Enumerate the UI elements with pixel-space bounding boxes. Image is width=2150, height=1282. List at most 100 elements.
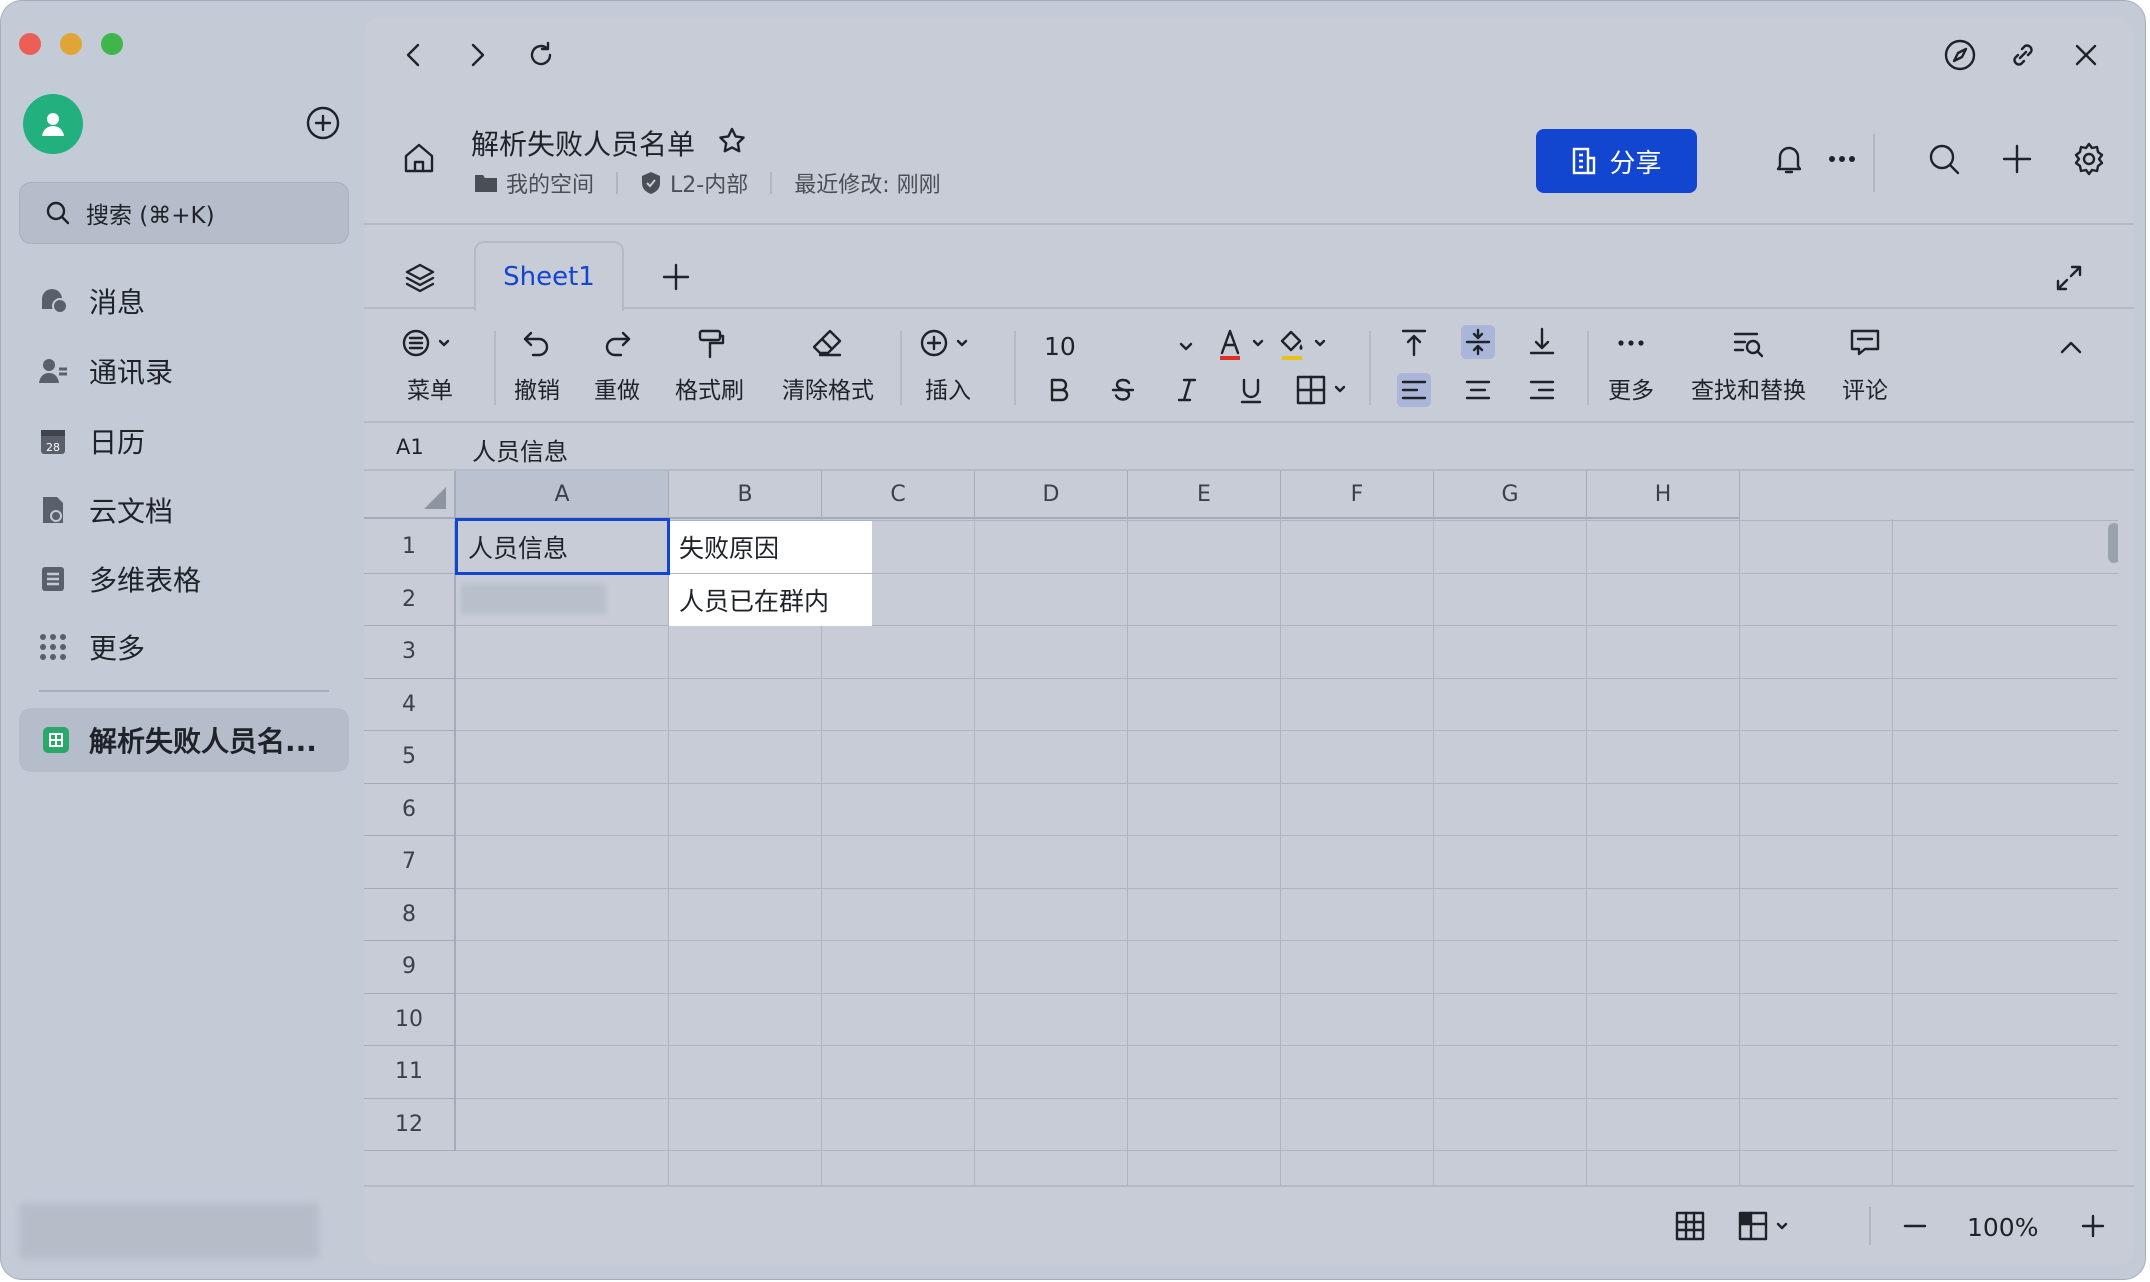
row-header-3[interactable]: 3 <box>364 626 456 679</box>
menu-button[interactable]: 菜单 <box>400 325 460 405</box>
column-header-b[interactable]: B <box>669 471 822 519</box>
notifications-button[interactable] <box>1769 139 1809 179</box>
align-bottom-button[interactable] <box>1525 325 1559 359</box>
fullscreen-button[interactable] <box>2052 261 2086 295</box>
column-header-e[interactable]: E <box>1128 471 1281 519</box>
row-header-5[interactable]: 5 <box>364 731 456 784</box>
comment-button[interactable]: 评论 <box>1842 325 1888 405</box>
document-title[interactable]: 解析失败人员名单 <box>471 123 695 163</box>
align-right-button[interactable] <box>1525 373 1559 407</box>
row-header-7[interactable]: 7 <box>364 836 456 889</box>
avatar[interactable] <box>23 94 83 154</box>
font-size-select[interactable]: 10 <box>1044 329 1196 363</box>
forward-button[interactable] <box>457 35 497 75</box>
new-button[interactable] <box>1997 139 2037 179</box>
align-middle-icon <box>1465 328 1491 356</box>
sheet-list-button[interactable] <box>402 259 438 295</box>
search-input[interactable]: 搜索 (⌘+K) <box>19 182 349 244</box>
row-header-6[interactable]: 6 <box>364 783 456 836</box>
sidebar-item-messages[interactable]: 消息 <box>37 277 145 325</box>
plus-icon <box>2002 144 2032 174</box>
cell-b2[interactable]: 人员已在群内 <box>669 574 872 626</box>
column-header-f[interactable]: F <box>1281 471 1434 519</box>
gridlines-toggle[interactable] <box>1673 1209 1707 1243</box>
sidebar-item-base[interactable]: 多维表格 <box>37 555 201 603</box>
home-button[interactable] <box>400 139 438 177</box>
favorite-button[interactable] <box>716 125 748 157</box>
contacts-icon <box>39 359 67 383</box>
refresh-button[interactable] <box>521 35 561 75</box>
insert-button[interactable]: 插入 <box>918 325 978 405</box>
more-tools-button[interactable]: 更多 <box>1608 325 1654 405</box>
sidebar-item-more[interactable]: 更多 <box>37 623 145 671</box>
italic-button[interactable] <box>1170 373 1204 407</box>
find-replace-button[interactable]: 查找和替换 <box>1691 325 1806 405</box>
select-all-corner[interactable] <box>364 471 456 519</box>
format-painter-button[interactable]: 格式刷 <box>675 325 744 405</box>
align-left-button[interactable] <box>1397 373 1431 407</box>
clear-format-button[interactable]: 清除格式 <box>782 325 874 405</box>
compass-button[interactable] <box>1940 35 1980 75</box>
create-button[interactable] <box>303 103 343 143</box>
minimize-window-button[interactable] <box>60 33 82 55</box>
row-header-9[interactable]: 9 <box>364 941 456 994</box>
underline-button[interactable] <box>1234 373 1268 407</box>
row-header-8[interactable]: 8 <box>364 888 456 941</box>
redo-button[interactable]: 重做 <box>594 325 640 405</box>
undo-button[interactable]: 撤销 <box>514 325 560 405</box>
row-header-12[interactable]: 12 <box>364 1098 456 1151</box>
column-header-g[interactable]: G <box>1434 471 1587 519</box>
row-header-11[interactable]: 11 <box>364 1046 456 1099</box>
bold-button[interactable] <box>1042 373 1076 407</box>
align-center-button[interactable] <box>1461 373 1495 407</box>
fill-color-button[interactable] <box>1274 325 1338 365</box>
security-level[interactable]: L2-内部 <box>670 167 748 199</box>
zoom-out-button[interactable] <box>1898 1209 1932 1243</box>
borders-button[interactable] <box>1294 373 1358 407</box>
row-header-1[interactable]: 1 <box>364 521 456 574</box>
cell-b1[interactable]: 失败原因 <box>669 521 872 573</box>
freeze-view-select[interactable] <box>1736 1209 1800 1243</box>
text-color-button[interactable] <box>1212 325 1276 365</box>
column-header-h[interactable]: H <box>1587 471 1740 519</box>
column-header-c[interactable]: C <box>822 471 975 519</box>
tab-sheet1[interactable]: Sheet1 <box>474 241 624 311</box>
close-tab-button[interactable] <box>2066 35 2106 75</box>
underline-icon <box>1240 378 1262 404</box>
share-button[interactable]: 分享 <box>1536 129 1697 193</box>
more-options-button[interactable] <box>1822 139 1862 179</box>
collapse-toolbar-button[interactable] <box>2054 331 2088 365</box>
grid-row-line <box>456 992 2118 994</box>
formula-input[interactable]: 人员信息 <box>472 432 568 467</box>
vertical-scrollbar[interactable] <box>2108 523 2118 563</box>
add-sheet-button[interactable] <box>658 259 694 295</box>
row-header-2[interactable]: 2 <box>364 573 456 626</box>
row-header-10[interactable]: 10 <box>364 993 456 1046</box>
settings-button[interactable] <box>2069 139 2109 179</box>
align-middle-button[interactable] <box>1461 325 1495 359</box>
strikethrough-button[interactable] <box>1106 373 1140 407</box>
row-header-4[interactable]: 4 <box>364 678 456 731</box>
back-button[interactable] <box>394 35 434 75</box>
sidebar-item-cloud-docs[interactable]: 云文档 <box>37 486 173 534</box>
main-panel: 解析失败人员名单 我的空间 L2-内部 最近修改: 刚刚 分享 Sheet1 菜… <box>364 17 2134 1265</box>
zoom-window-button[interactable] <box>101 33 123 55</box>
column-header-a[interactable]: A <box>456 471 669 519</box>
document-header: 解析失败人员名单 我的空间 L2-内部 最近修改: 刚刚 分享 <box>364 99 2134 225</box>
zoom-in-button[interactable] <box>2076 1209 2110 1243</box>
sidebar-item-contacts[interactable]: 通讯录 <box>37 347 173 395</box>
column-header-d[interactable]: D <box>975 471 1128 519</box>
document-location[interactable]: 我的空间 <box>506 167 594 199</box>
search-button[interactable] <box>1924 139 1964 179</box>
align-top-button[interactable] <box>1397 325 1431 359</box>
close-window-button[interactable] <box>19 33 41 55</box>
sidebar-item-calendar[interactable]: 28 日历 <box>37 417 145 465</box>
sidebar-item-active-doc[interactable]: 解析失败人员名... <box>19 708 349 772</box>
align-top-icon <box>1401 329 1427 357</box>
grid-column-line <box>974 519 975 1185</box>
sheet-tab-bar: Sheet1 <box>364 225 2134 311</box>
copy-link-button[interactable] <box>2003 35 2043 75</box>
bell-icon <box>1776 146 1802 174</box>
cell-reference[interactable]: A1 <box>396 435 424 459</box>
zoom-level[interactable]: 100% <box>1967 1213 2038 1242</box>
